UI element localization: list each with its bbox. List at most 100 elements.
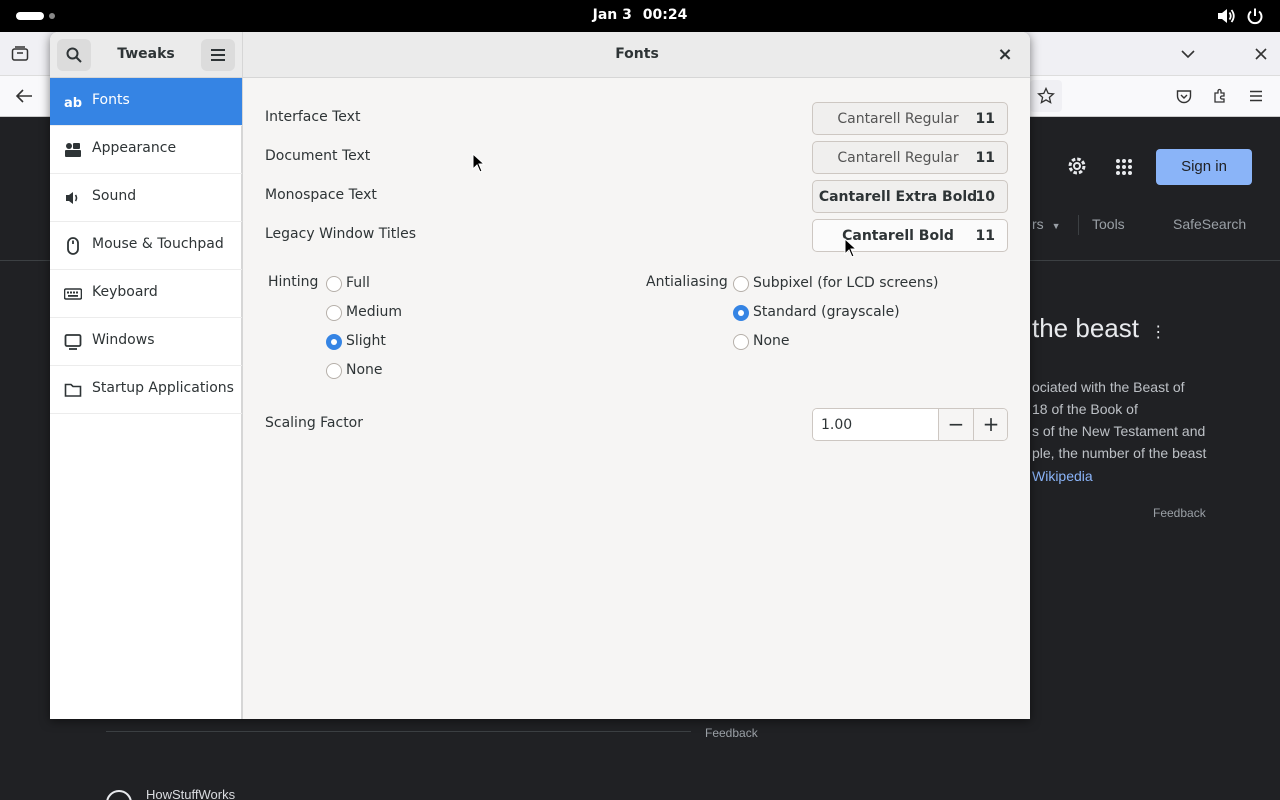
antialiasing-subpixel-radio[interactable] <box>733 276 749 292</box>
main-menu-button[interactable] <box>201 39 235 71</box>
clock-time: 00:24 <box>642 7 688 23</box>
hinting-full-radio[interactable] <box>326 276 342 292</box>
keyboard-icon <box>64 288 82 300</box>
font-name: Cantarell Extra Bold <box>818 189 978 205</box>
settings-gear-icon[interactable] <box>1066 155 1088 177</box>
hinting-slight-label[interactable]: Slight <box>346 333 386 349</box>
scaling-factor-label: Scaling Factor <box>265 415 364 431</box>
increase-button[interactable]: + <box>973 409 1007 440</box>
sidebar-item-startup-applications[interactable]: Startup Applications <box>50 366 242 414</box>
top-bar: Jan 3 00:24 <box>0 0 1280 32</box>
sidebar-item-fonts[interactable]: ab Fonts <box>50 78 242 126</box>
feedback-link[interactable]: Feedback <box>1153 506 1206 520</box>
legacy-titles-font-button[interactable]: Cantarell Bold 11 <box>812 219 1008 252</box>
antialiasing-label: Antialiasing <box>646 274 728 290</box>
sidebar-item-mouse-touchpad[interactable]: Mouse & Touchpad <box>50 222 242 270</box>
interface-font-button[interactable]: Cantarell Regular 11 <box>812 102 1008 135</box>
sidebar-item-label: Fonts <box>92 92 130 108</box>
tab-overview-icon[interactable] <box>11 46 29 62</box>
sidebar-item-label: Appearance <box>92 140 177 156</box>
hinting-medium-radio[interactable] <box>326 305 342 321</box>
search-tab-tools[interactable]: Tools <box>1092 216 1125 232</box>
speaker-icon <box>66 192 78 204</box>
page-title: Fonts <box>615 46 659 62</box>
close-window-icon[interactable] <box>1255 48 1267 60</box>
font-size: 11 <box>975 150 995 166</box>
sidebar-item-label: Startup Applications <box>92 380 234 396</box>
knowledge-panel-heading: the beast ⋮ <box>1032 313 1166 344</box>
hinting-full-label[interactable]: Full <box>346 275 370 291</box>
mouse-cursor-icon <box>844 238 858 258</box>
antialiasing-none-label[interactable]: None <box>753 333 790 349</box>
text-icon: ab <box>64 96 82 111</box>
decrease-button[interactable]: − <box>938 409 973 440</box>
apps-grid-icon[interactable] <box>1115 158 1133 176</box>
antialiasing-standard-radio[interactable] <box>733 305 749 321</box>
font-size: 11 <box>975 111 995 127</box>
chevron-down-icon[interactable] <box>1180 48 1196 60</box>
snippet-line: ple, the number of the beast <box>1032 445 1207 461</box>
appearance-icon <box>65 143 81 157</box>
power-icon[interactable] <box>1246 7 1264 25</box>
monospace-font-button[interactable]: Cantarell Extra Bold 10 <box>812 180 1008 213</box>
tweaks-window: Tweaks Fonts × ab Fonts Appearance Sound… <box>50 32 1030 719</box>
scaling-factor-input[interactable] <box>813 409 939 440</box>
sidebar-item-label: Sound <box>92 188 137 204</box>
pocket-icon[interactable] <box>1176 89 1192 104</box>
fonts-panel: Interface Text Cantarell Regular 11 Docu… <box>242 78 1030 719</box>
star-icon[interactable] <box>1037 87 1055 105</box>
source-name[interactable]: HowStuffWorks <box>146 787 235 800</box>
plus-icon: + <box>982 412 1000 436</box>
sidebar-header: Tweaks <box>50 32 242 78</box>
sidebar-item-label: Mouse & Touchpad <box>92 236 224 252</box>
back-arrow-icon[interactable] <box>15 89 33 103</box>
sidebar-item-windows[interactable]: Windows <box>50 318 242 366</box>
clock-date: Jan 3 <box>592 7 632 23</box>
dropdown-caret-icon: ▼ <box>1051 221 1061 231</box>
snippet-line: s of the New Testament and <box>1032 423 1206 439</box>
antialiasing-subpixel-label[interactable]: Subpixel (for LCD screens) <box>753 275 939 291</box>
extensions-icon[interactable] <box>1212 88 1228 104</box>
wikipedia-link[interactable]: Wikipedia <box>1032 468 1093 484</box>
search-icon <box>66 47 82 63</box>
hinting-none-radio[interactable] <box>326 363 342 379</box>
mouse-cursor-icon <box>472 153 486 173</box>
window-icon <box>64 334 82 350</box>
url-bar[interactable] <box>1030 80 1062 112</box>
sidebar: ab Fonts Appearance Sound Mouse & Touchp… <box>50 78 242 719</box>
search-tab-safesearch[interactable]: SafeSearch <box>1173 216 1246 232</box>
hinting-slight-radio[interactable] <box>326 334 342 350</box>
sidebar-item-sound[interactable]: Sound <box>50 174 242 222</box>
antialiasing-standard-label[interactable]: Standard (grayscale) <box>753 304 900 320</box>
source-favicon <box>106 790 132 800</box>
hinting-none-label[interactable]: None <box>346 362 383 378</box>
close-button[interactable]: × <box>991 41 1019 69</box>
content-header: Fonts × <box>242 32 1030 78</box>
document-text-label: Document Text <box>265 148 371 164</box>
tab-separator <box>1078 215 1079 235</box>
scaling-factor-spinner: − + <box>812 408 1008 441</box>
snippet-line: ociated with the Beast of <box>1032 379 1185 395</box>
interface-text-label: Interface Text <box>265 109 361 125</box>
search-tab-filters[interactable]: rs ▼ <box>1032 216 1060 232</box>
antialiasing-none-radio[interactable] <box>733 334 749 350</box>
feedback-link-bottom[interactable]: Feedback <box>705 726 758 740</box>
clock[interactable]: Jan 3 00:24 <box>0 7 1280 23</box>
menu-icon[interactable] <box>1249 90 1263 102</box>
hamburger-icon <box>211 49 225 61</box>
app-title: Tweaks <box>117 46 175 62</box>
sidebar-item-keyboard[interactable]: Keyboard <box>50 270 242 318</box>
hinting-label: Hinting <box>268 274 319 290</box>
snippet-line: 18 of the Book of <box>1032 401 1138 417</box>
volume-icon[interactable] <box>1216 7 1236 25</box>
monospace-text-label: Monospace Text <box>265 187 377 203</box>
sidebar-item-label: Keyboard <box>92 284 158 300</box>
hinting-medium-label[interactable]: Medium <box>346 304 402 320</box>
document-font-button[interactable]: Cantarell Regular 11 <box>812 141 1008 174</box>
sidebar-item-appearance[interactable]: Appearance <box>50 126 242 174</box>
font-name: Cantarell Regular <box>837 111 959 127</box>
close-icon: × <box>997 44 1013 65</box>
more-options-icon[interactable]: ⋮ <box>1150 324 1166 341</box>
search-button[interactable] <box>57 39 91 71</box>
sign-in-button[interactable]: Sign in <box>1156 149 1252 185</box>
